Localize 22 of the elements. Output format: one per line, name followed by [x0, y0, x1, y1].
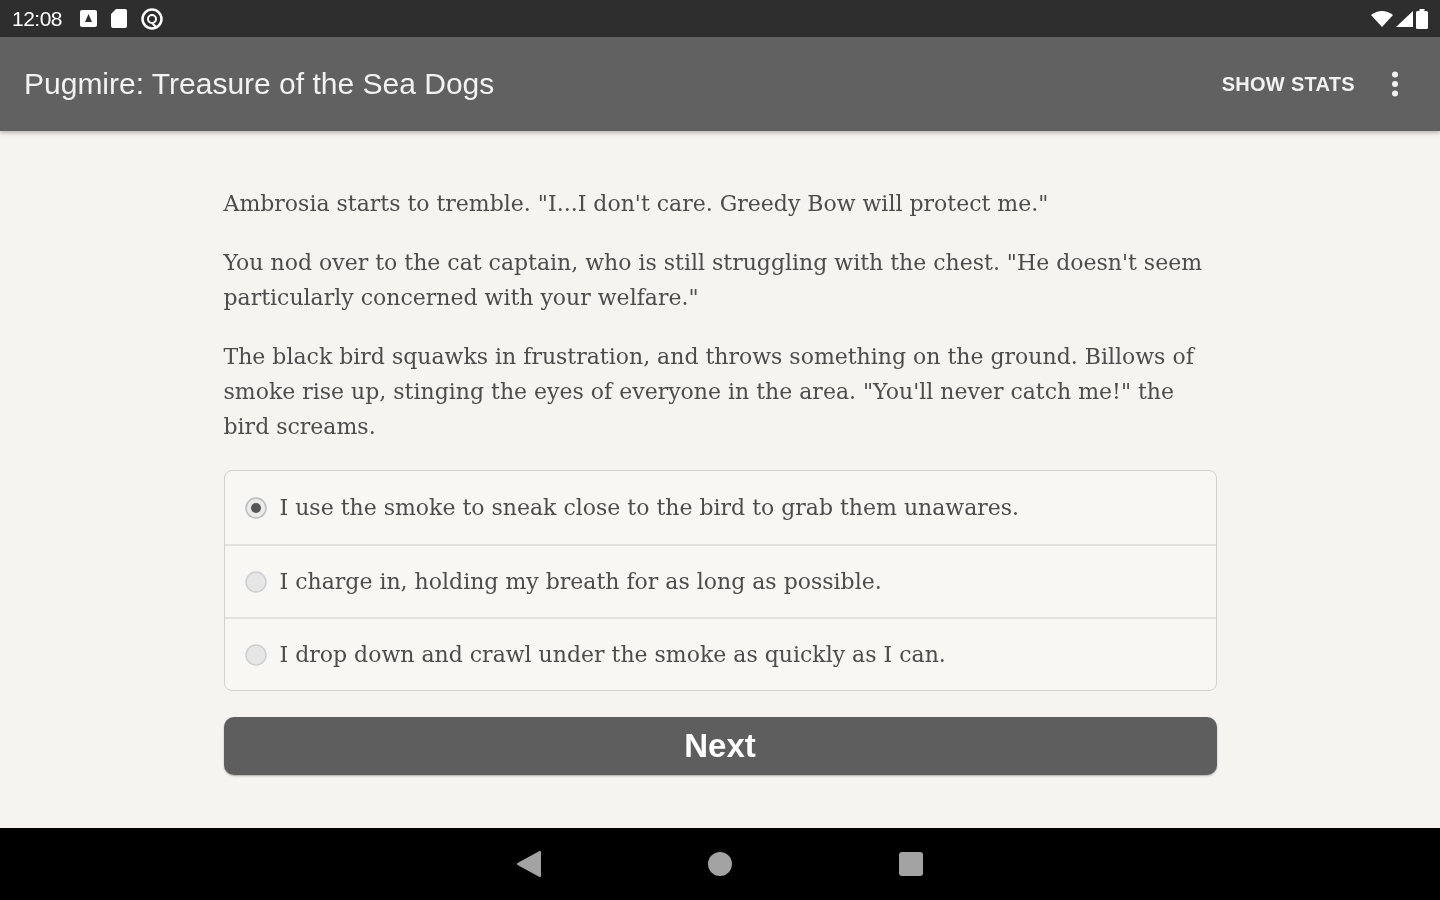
- app-title: Pugmire: Treasure of the Sea Dogs: [24, 67, 496, 101]
- signal-icon: [1396, 10, 1413, 27]
- circle-icon: [141, 7, 164, 30]
- back-icon[interactable]: [517, 851, 541, 877]
- story-paragraph: The black bird squawks in frustration, and throws something on the ground. Billows of smoke rise up, stinging the eyes of everyone in the area. "You'll never catch me!" the bird screams.: [223, 343, 1197, 441]
- radio-icon[interactable]: [244, 496, 267, 519]
- choice-option[interactable]: I charge in, holding my breath for as long as possible.: [224, 544, 1216, 617]
- show-stats-button[interactable]: SHOW STATS: [1217, 66, 1359, 102]
- status-time: 12:08: [12, 6, 63, 31]
- radio-icon[interactable]: [244, 570, 267, 593]
- home-icon[interactable]: [708, 852, 732, 876]
- battery-icon: [1416, 8, 1428, 29]
- sd-card-icon: [111, 9, 128, 28]
- notification-icon: [80, 10, 98, 27]
- next-button[interactable]: Next: [223, 717, 1217, 775]
- wifi-icon: [1371, 10, 1393, 27]
- choice-option[interactable]: I drop down and crawl under the smoke as quickly as I can.: [224, 617, 1216, 690]
- more-menu-icon[interactable]: [1391, 71, 1399, 97]
- choice-option[interactable]: I use the smoke to sneak close to the bird to grab them unawares.: [224, 471, 1216, 544]
- story-paragraph: You nod over to the cat captain, who is still struggling with the chest. "He doesn't seem particularly concerned with your welfare.": [223, 249, 1204, 312]
- story-paragraph: Ambrosia starts to tremble. "I...I don't care. Greedy Bow will protect me.": [223, 190, 1050, 218]
- radio-icon[interactable]: [244, 643, 267, 666]
